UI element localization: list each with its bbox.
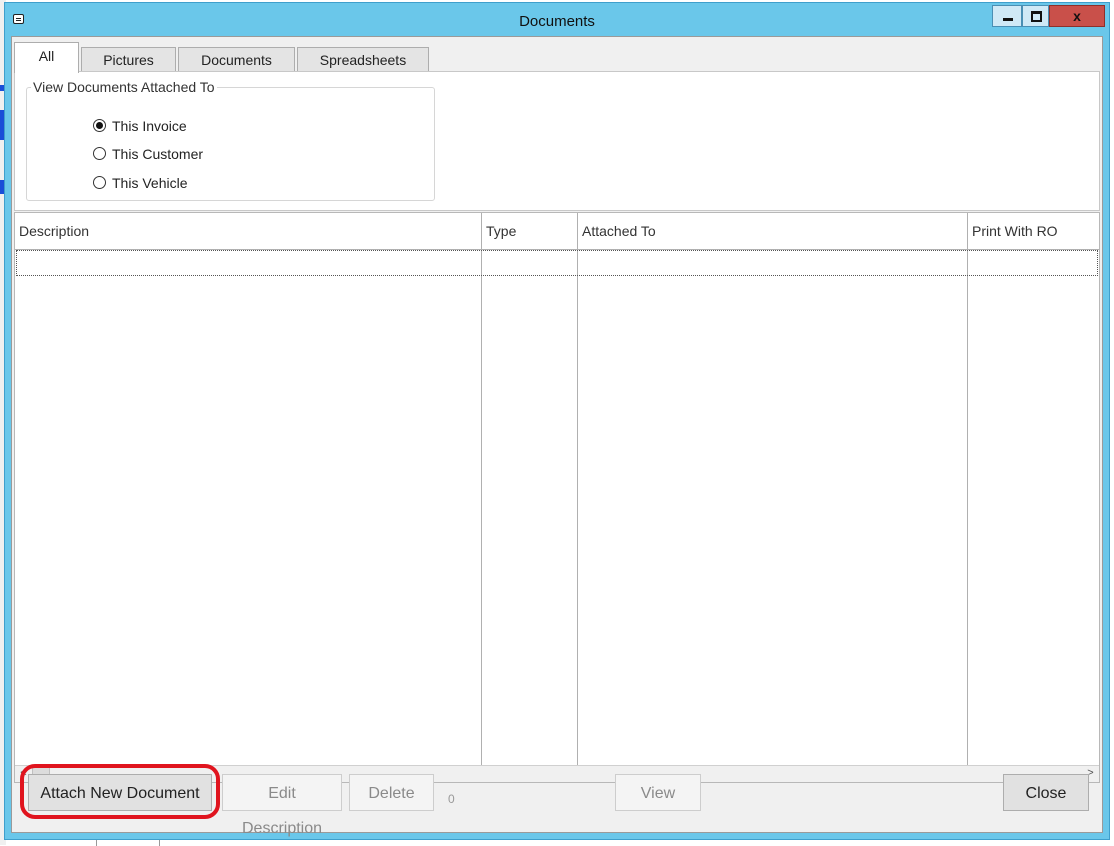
minimize-button[interactable] [992, 5, 1022, 27]
radio-button[interactable] [93, 176, 106, 189]
delete-button[interactable]: Delete [349, 774, 434, 811]
documents-dialog: Documents x All Pictures Documents Sprea… [4, 2, 1110, 840]
radio-label: This Customer [112, 146, 204, 162]
column-divider [577, 213, 578, 766]
column-header-description[interactable]: Description [15, 213, 481, 249]
radio-this-customer[interactable]: This Customer [93, 146, 203, 166]
column-header-print-with-ro[interactable]: Print With RO [968, 213, 1099, 249]
group-legend: View Documents Attached To [33, 79, 215, 95]
attached-to-group: View Documents Attached To This Invoice … [26, 79, 435, 201]
attach-new-document-button[interactable]: Attach New Document [28, 774, 212, 811]
radio-this-invoice[interactable]: This Invoice [93, 118, 187, 138]
tab-pictures[interactable]: Pictures [81, 47, 176, 71]
documents-grid[interactable]: Description Type Attached To Print With … [14, 212, 1100, 783]
column-header-attached-to[interactable]: Attached To [578, 213, 967, 249]
maximize-button[interactable] [1022, 5, 1049, 27]
edit-description-button[interactable]: Edit Description [222, 774, 342, 837]
tab-all[interactable]: All [14, 42, 79, 73]
window-title: Documents [519, 13, 595, 30]
radio-button[interactable] [93, 147, 106, 160]
document-count: 0 [448, 792, 455, 806]
tab-documents[interactable]: Documents [178, 47, 295, 71]
title-bar[interactable]: Documents x [5, 3, 1109, 37]
tab-spreadsheets[interactable]: Spreadsheets [297, 47, 429, 71]
radio-this-vehicle[interactable]: This Vehicle [93, 175, 187, 195]
column-header-type[interactable]: Type [482, 213, 577, 249]
radio-label: This Vehicle [112, 175, 188, 191]
radio-button-checked[interactable] [93, 119, 106, 132]
dialog-body: All Pictures Documents Spreadsheets View… [11, 36, 1103, 837]
table-row-new[interactable] [16, 250, 1098, 276]
column-divider [967, 213, 968, 766]
view-button[interactable]: View [615, 774, 701, 811]
close-window-button[interactable]: x [1049, 5, 1105, 27]
column-divider [481, 213, 482, 766]
close-button[interactable]: Close [1003, 774, 1089, 811]
radio-label: This Invoice [112, 118, 187, 134]
